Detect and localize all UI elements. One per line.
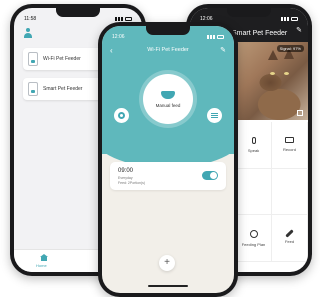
manual-feed-button[interactable]: Manual feed (143, 74, 193, 124)
manual-feed-label: Manual feed (155, 102, 181, 108)
action-label: Feeding Plan (241, 241, 266, 247)
home-indicator (148, 285, 188, 287)
microphone-icon (251, 136, 256, 144)
bone-icon (285, 229, 294, 238)
signal-icon (207, 35, 215, 39)
empty-cell (272, 168, 308, 216)
schedule-details: Everyday Feed: 2Portion(s) (118, 176, 145, 185)
speak-button[interactable]: Speak (236, 122, 272, 169)
battery-icon (217, 35, 224, 39)
record-button[interactable]: Record (272, 122, 308, 169)
device-label: Smart Pet Feeder (43, 86, 83, 92)
schedule-card[interactable]: 09:00 Everyday Feed: 2Portion(s) (110, 162, 226, 190)
status-icons (207, 35, 224, 39)
add-schedule-button[interactable]: + (159, 255, 175, 271)
battery-icon (291, 17, 298, 21)
notch (56, 8, 100, 17)
empty-cell (236, 168, 272, 216)
status-time: 12:06 (112, 34, 125, 40)
action-label: Feed (284, 239, 295, 245)
feeder-icon (28, 82, 38, 96)
edit-icon[interactable]: ✎ (296, 26, 302, 34)
signal-icon (115, 17, 123, 21)
center-phone: 12:06 ‹ Wi-Fi Pet Feeder ✎ Manual feed 0… (98, 22, 238, 297)
center-phone-screen: 12:06 ‹ Wi-Fi Pet Feeder ✎ Manual feed 0… (102, 26, 234, 293)
edit-icon[interactable]: ✎ (220, 46, 226, 54)
feeding-plan-button[interactable]: Feeding Plan (236, 215, 272, 262)
status-time: 11:58 (24, 16, 37, 22)
device-label: Wi-Fi Pet Feeder (43, 56, 81, 62)
clock-icon (249, 229, 258, 238)
action-grid: Speak Record Feeding Plan Feed (236, 122, 308, 262)
gear-icon (118, 112, 125, 119)
fullscreen-icon[interactable] (297, 110, 303, 116)
page-title: Smart Pet Feeder (232, 30, 288, 37)
cat-eye (270, 72, 275, 75)
status-icons (281, 17, 298, 21)
signal-icon (281, 17, 289, 21)
notch (227, 8, 271, 17)
action-label: Speak (247, 147, 260, 153)
device-card-wifi-feeder[interactable]: Wi-Fi Pet Feeder (23, 48, 107, 70)
tab-home-label[interactable]: Home (36, 263, 47, 268)
schedule-portion: Feed: 2Portion(s) (118, 180, 146, 185)
signal-badge: Signal: 97% (276, 45, 304, 52)
camera-icon (285, 137, 294, 144)
schedule-toggle[interactable] (202, 171, 218, 180)
home-icon[interactable] (40, 254, 48, 261)
feeder-icon (28, 52, 38, 66)
battery-icon (125, 17, 132, 21)
bowl-icon (161, 90, 175, 99)
schedule-time: 09:00 (118, 168, 134, 174)
avatar[interactable] (23, 28, 33, 38)
list-icon (211, 113, 218, 118)
records-button[interactable] (207, 108, 222, 123)
live-video[interactable]: Signal: 97% (236, 42, 308, 120)
page-title: Wi-Fi Pet Feeder (147, 47, 189, 53)
settings-button[interactable] (114, 108, 129, 123)
cat-eye (284, 72, 289, 75)
feed-button[interactable]: Feed (272, 215, 308, 262)
status-icons (115, 17, 132, 21)
device-card-smart-feeder[interactable]: Smart Pet Feeder (23, 78, 107, 100)
notch (146, 26, 190, 35)
action-label: Record (283, 147, 296, 153)
status-time: 12:06 (200, 16, 213, 22)
cat-ear (268, 50, 278, 60)
